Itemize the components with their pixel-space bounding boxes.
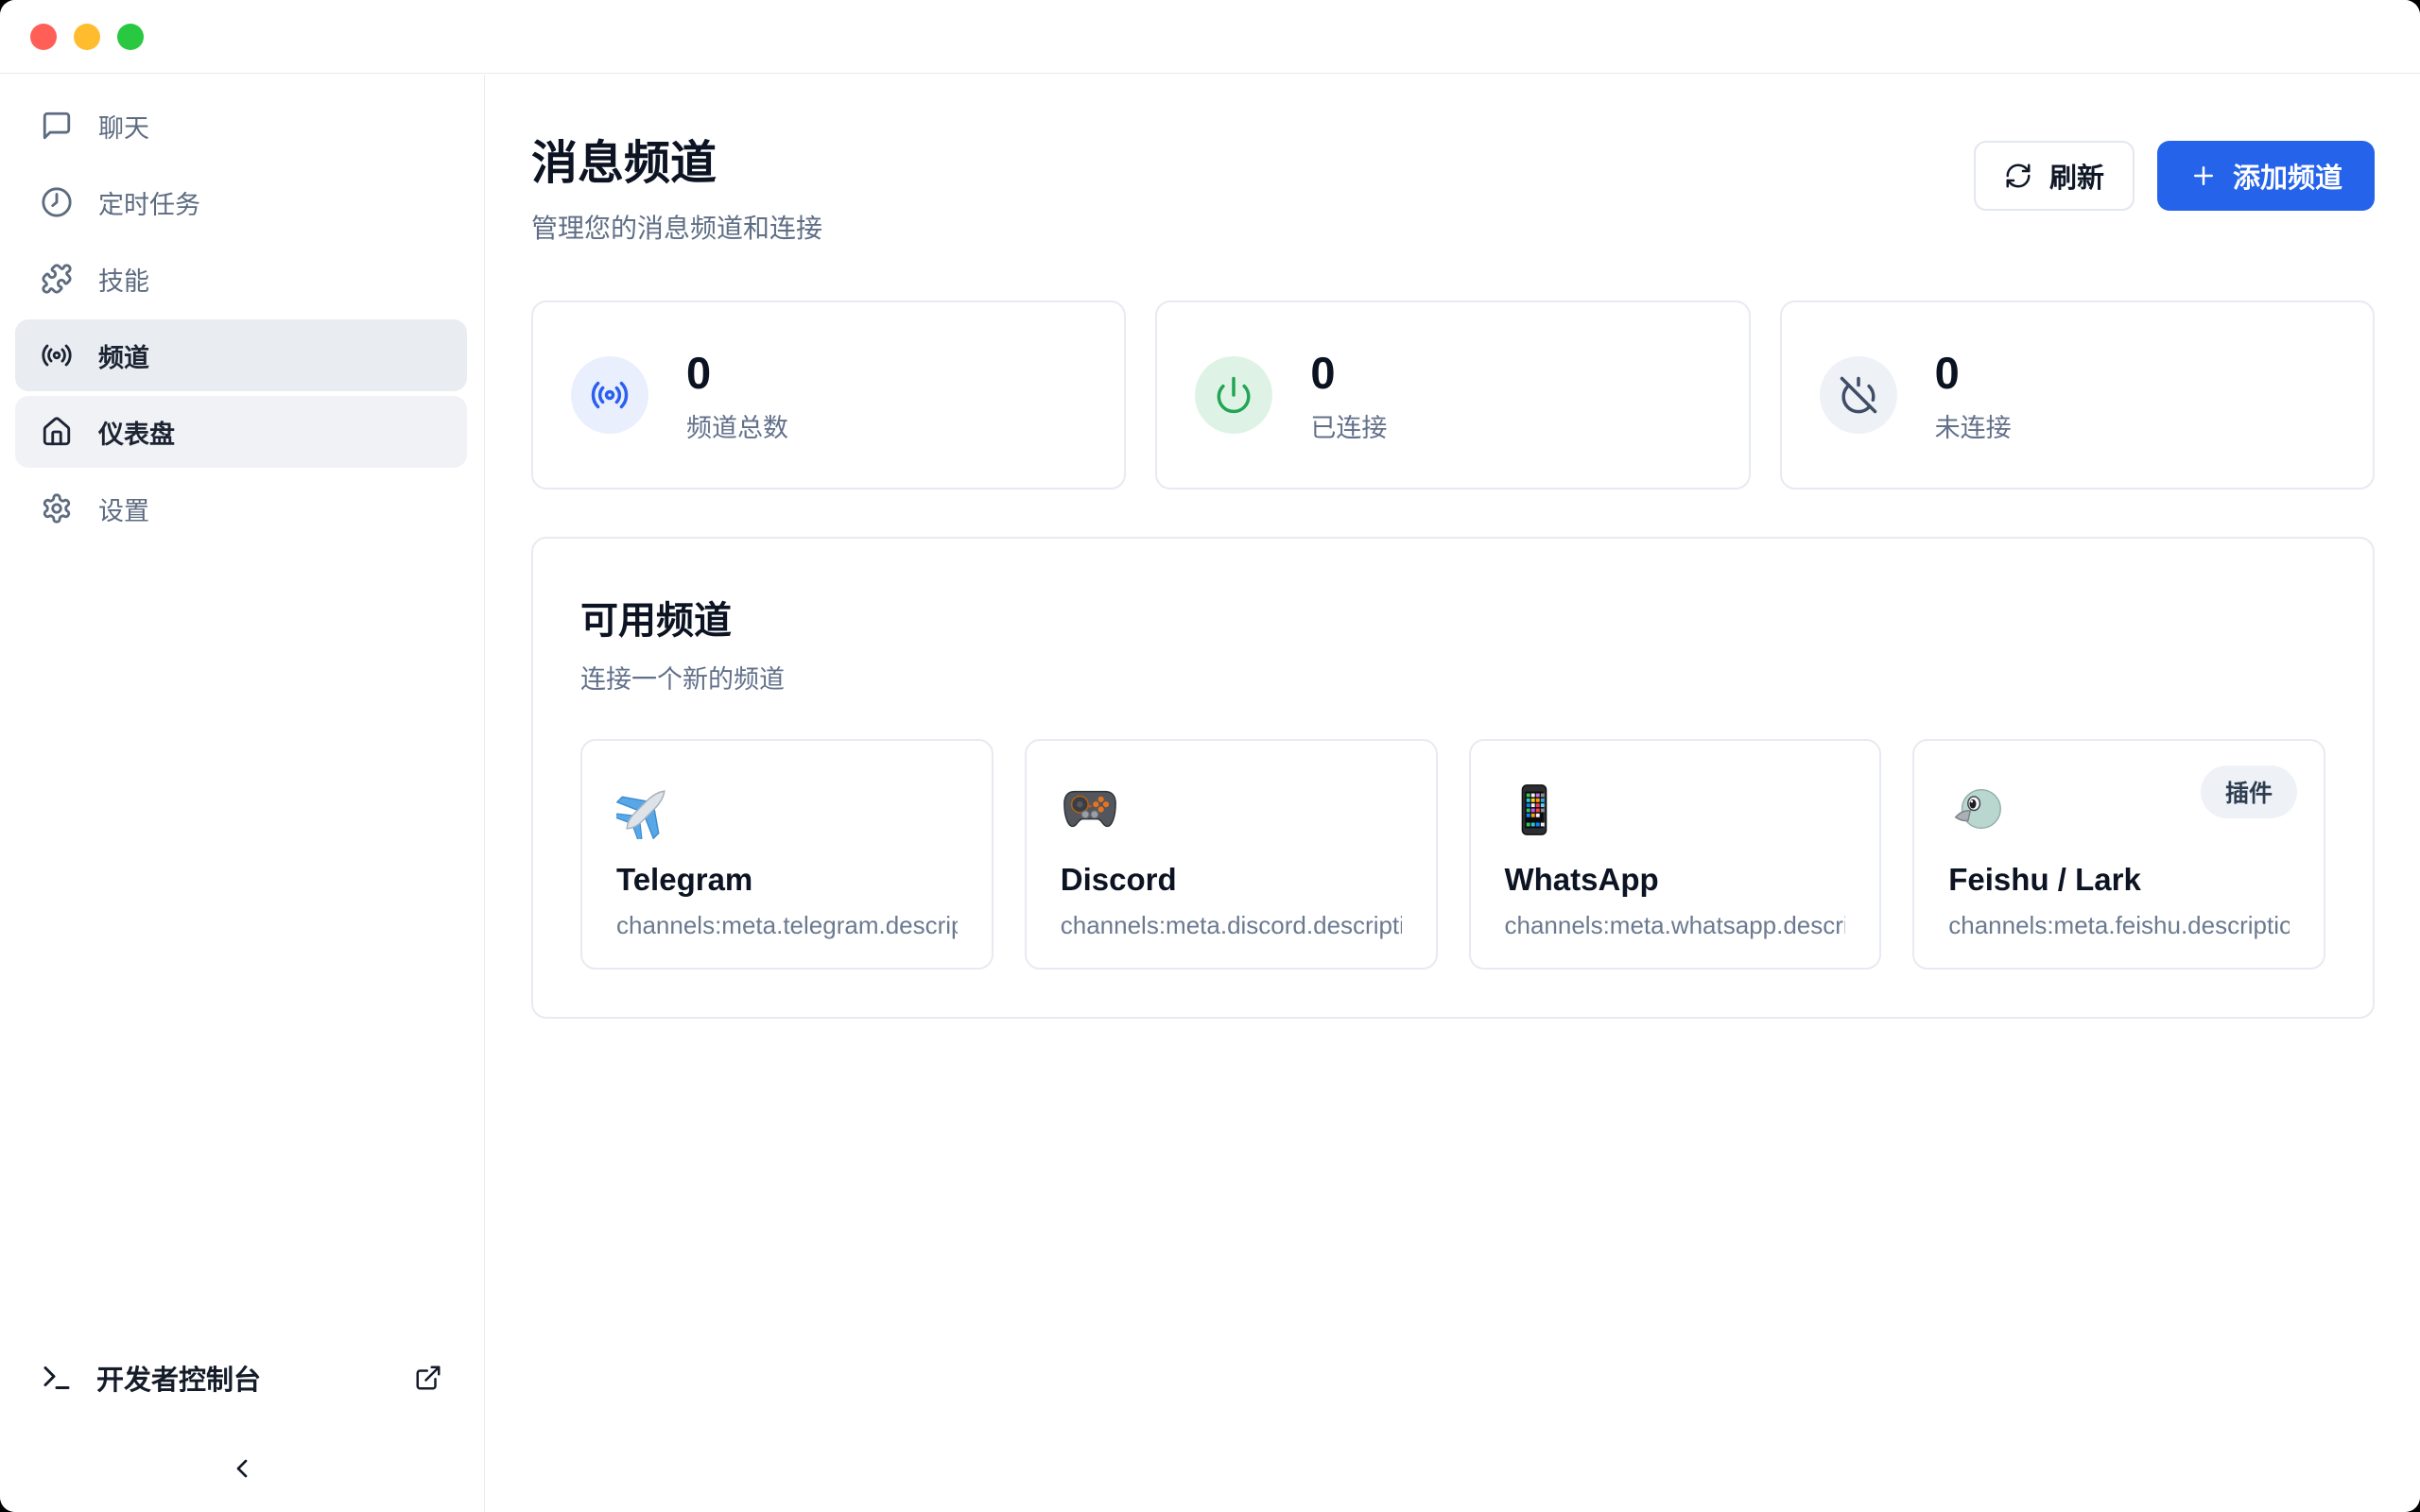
- section-title: 可用频道: [580, 590, 2325, 644]
- available-channels-section: 可用频道 连接一个新的频道 Telegram channels:m: [531, 537, 2375, 1019]
- terminal-icon: [40, 1361, 74, 1395]
- airplane-emoji: [616, 781, 675, 839]
- refresh-button[interactable]: 刷新: [1974, 141, 2135, 211]
- stat-card-total-channels: 0 频道总数: [531, 301, 1126, 490]
- page-title: 消息频道: [531, 126, 822, 193]
- dev-console-label: 开发者控制台: [96, 1358, 261, 1398]
- refresh-icon: [2004, 162, 2032, 190]
- sidebar-item-label: 设置: [98, 490, 149, 527]
- titlebar: [0, 0, 2420, 74]
- stat-label: 频道总数: [686, 407, 788, 444]
- channel-description: channels:meta.telegram.descript: [616, 911, 958, 940]
- stat-card-connected: 0 已连接: [1155, 301, 1750, 490]
- channel-description: channels:meta.whatsapp.descrip: [1505, 911, 1846, 940]
- channel-name: Telegram: [616, 862, 958, 898]
- sidebar-item-settings[interactable]: 设置: [15, 472, 467, 544]
- bird-emoji: [1948, 781, 2007, 839]
- sidebar-item-dashboard[interactable]: 仪表盘: [15, 396, 467, 468]
- power-icon: [1195, 356, 1272, 434]
- channel-grid: Telegram channels:meta.telegram.descript: [580, 739, 2325, 970]
- sidebar: 聊天 定时任务 技能 频道: [0, 75, 485, 1512]
- channel-name: Feishu / Lark: [1948, 862, 2290, 898]
- sidebar-item-skills[interactable]: 技能: [15, 243, 467, 315]
- stat-label: 未连接: [1935, 407, 2012, 444]
- puzzle-icon: [41, 263, 73, 295]
- gear-icon: [41, 492, 73, 524]
- sidebar-item-label: 定时任务: [98, 184, 200, 221]
- channel-description: channels:meta.feishu.description: [1948, 911, 2290, 940]
- sidebar-item-chat[interactable]: 聊天: [15, 90, 467, 162]
- main-content: 消息频道 管理您的消息频道和连接 刷新 添加频道: [486, 75, 2420, 1512]
- sidebar-nav: 聊天 定时任务 技能 频道: [0, 75, 484, 549]
- broadcast-icon: [571, 356, 648, 434]
- external-link-icon: [414, 1364, 442, 1392]
- channel-description: channels:meta.discord.descriptic: [1061, 911, 1402, 940]
- sidebar-item-scheduled-tasks[interactable]: 定时任务: [15, 166, 467, 238]
- stats-row: 0 频道总数 0 已连接: [531, 301, 2375, 490]
- add-channel-button[interactable]: 添加频道: [2157, 141, 2375, 211]
- chevron-left-icon: [227, 1453, 257, 1484]
- page-header: 消息频道 管理您的消息频道和连接 刷新 添加频道: [531, 120, 2375, 246]
- header-actions: 刷新 添加频道: [1974, 141, 2375, 211]
- stat-card-disconnected: 0 未连接: [1780, 301, 2375, 490]
- channel-card-discord[interactable]: Discord channels:meta.discord.descriptic: [1025, 739, 1438, 970]
- sidebar-item-label: 技能: [98, 261, 149, 298]
- sidebar-item-label: 仪表盘: [98, 414, 175, 451]
- section-subtitle: 连接一个新的频道: [580, 659, 2325, 696]
- add-channel-button-label: 添加频道: [2233, 156, 2342, 196]
- maximize-button[interactable]: [117, 24, 144, 50]
- app-window: 聊天 定时任务 技能 频道: [0, 0, 2420, 1512]
- home-icon: [41, 416, 73, 448]
- power-off-icon: [1820, 356, 1897, 434]
- broadcast-icon: [41, 339, 73, 371]
- stat-value: 0: [1310, 347, 1387, 399]
- dev-console-link[interactable]: 开发者控制台: [0, 1348, 484, 1408]
- gamepad-emoji: [1061, 781, 1119, 839]
- plus-icon: [2189, 162, 2218, 190]
- channel-card-feishu[interactable]: 插件 Feishu / Lark channels:meta.feishu.de…: [1912, 739, 2325, 970]
- channel-card-telegram[interactable]: Telegram channels:meta.telegram.descript: [580, 739, 994, 970]
- sidebar-footer: 开发者控制台: [0, 1348, 484, 1512]
- stat-label: 已连接: [1310, 407, 1387, 444]
- sidebar-item-channels[interactable]: 频道: [15, 319, 467, 391]
- mobile-phone-emoji: [1505, 781, 1564, 839]
- channel-name: Discord: [1061, 862, 1402, 898]
- chat-bubble-icon: [41, 110, 73, 142]
- plugin-badge: 插件: [2201, 765, 2297, 818]
- page-subtitle: 管理您的消息频道和连接: [531, 208, 822, 246]
- close-button[interactable]: [30, 24, 57, 50]
- channel-name: WhatsApp: [1505, 862, 1846, 898]
- minimize-button[interactable]: [74, 24, 100, 50]
- clock-icon: [41, 186, 73, 218]
- stat-value: 0: [1935, 347, 2012, 399]
- sidebar-item-label: 频道: [98, 337, 149, 374]
- refresh-button-label: 刷新: [2049, 156, 2104, 196]
- sidebar-item-label: 聊天: [98, 108, 149, 145]
- channel-card-whatsapp[interactable]: WhatsApp channels:meta.whatsapp.descrip: [1469, 739, 1882, 970]
- stat-value: 0: [686, 347, 788, 399]
- collapse-sidebar-button[interactable]: [0, 1453, 484, 1484]
